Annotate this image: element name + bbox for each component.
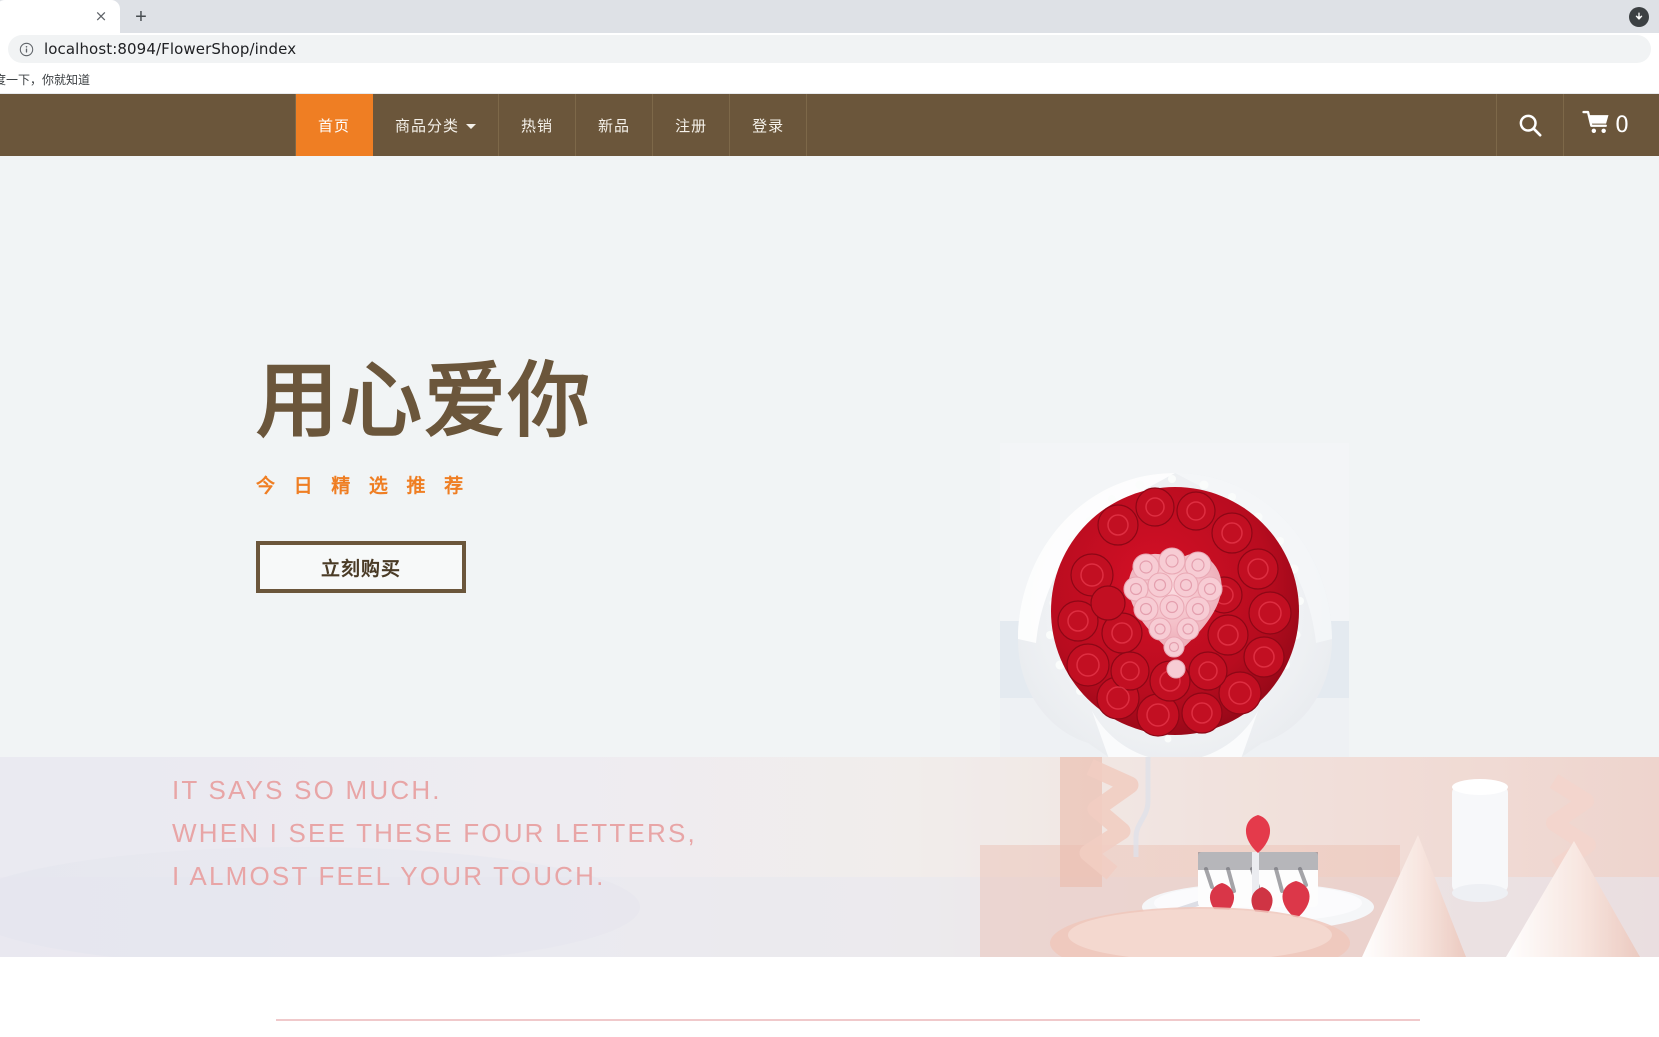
info-circle-icon[interactable]	[18, 41, 34, 57]
nav-item-login[interactable]: 登录	[730, 94, 808, 156]
bookmark-item[interactable]: 度一下，你就知道	[0, 71, 90, 88]
nav-item-home[interactable]: 首页	[295, 94, 374, 156]
cart-button[interactable]: 0	[1563, 94, 1659, 156]
nav-item-label: 商品分类	[395, 116, 460, 135]
shopping-cart-icon	[1582, 109, 1613, 141]
bottom-section	[0, 957, 1659, 1029]
promo-banner: IT SAYS SO MUCH. WHEN I SEE THESE FOUR L…	[0, 757, 1659, 957]
nav-item-label: 登录	[752, 116, 785, 135]
hero-carousel: 用心爱你 今 日 精 选 推 荐 立刻购买	[0, 156, 1659, 757]
promo-text-block: IT SAYS SO MUCH. WHEN I SEE THESE FOUR L…	[172, 769, 697, 898]
address-bar-url: localhost:8094/FlowerShop/index	[44, 40, 297, 58]
nav-item-hot-sale[interactable]: 热销	[499, 94, 577, 156]
nav-left-spacer	[0, 94, 295, 156]
tab-close-icon[interactable]: ×	[92, 8, 110, 26]
bookmarks-bar: 度一下，你就知道	[0, 65, 1659, 94]
buy-now-button[interactable]: 立刻购买	[256, 541, 466, 593]
search-icon[interactable]	[1496, 94, 1563, 156]
hero-subtitle: 今 日 精 选 推 荐	[256, 475, 470, 497]
cart-count: 0	[1615, 112, 1629, 138]
browser-tab[interactable]: ×	[0, 0, 120, 33]
nav-item-categories[interactable]: 商品分类	[373, 94, 500, 156]
nav-item-label: 新品	[598, 116, 631, 135]
hero-bouquet-image	[1000, 443, 1349, 757]
nav-right-tools: 0	[1496, 94, 1659, 156]
section-divider	[276, 1019, 1420, 1021]
download-arrow-icon[interactable]	[1629, 6, 1649, 27]
site-navigation-bar: 首页 商品分类 热销 新品 注册 登录 0	[0, 94, 1659, 156]
nav-item-label: 注册	[675, 116, 708, 135]
new-tab-button[interactable]: +	[126, 2, 156, 32]
chrome-right-controls	[1629, 6, 1649, 27]
nav-item-label: 首页	[318, 116, 351, 135]
nav-item-register[interactable]: 注册	[653, 94, 731, 156]
hero-copy: 用心爱你 今 日 精 选 推 荐 立刻购买	[256, 361, 896, 593]
promo-line: I ALMOST FEEL YOUR TOUCH.	[172, 861, 606, 891]
browser-tabstrip: × +	[0, 0, 1659, 33]
browser-toolbar: localhost:8094/FlowerShop/index	[0, 33, 1659, 65]
browser-chrome: × + localhost:8094/FlowerShop/index 度一下，…	[0, 0, 1659, 94]
nav-item-new-arrivals[interactable]: 新品	[576, 94, 654, 156]
nav-item-label: 热销	[521, 116, 554, 135]
promo-line: WHEN I SEE THESE FOUR LETTERS,	[172, 818, 697, 848]
chevron-down-icon	[466, 124, 477, 129]
promo-line: IT SAYS SO MUCH.	[172, 775, 442, 805]
address-bar[interactable]: localhost:8094/FlowerShop/index	[8, 35, 1651, 63]
hero-title: 用心爱你	[256, 354, 593, 449]
nav-items: 首页 商品分类 热销 新品 注册 登录	[295, 94, 808, 156]
